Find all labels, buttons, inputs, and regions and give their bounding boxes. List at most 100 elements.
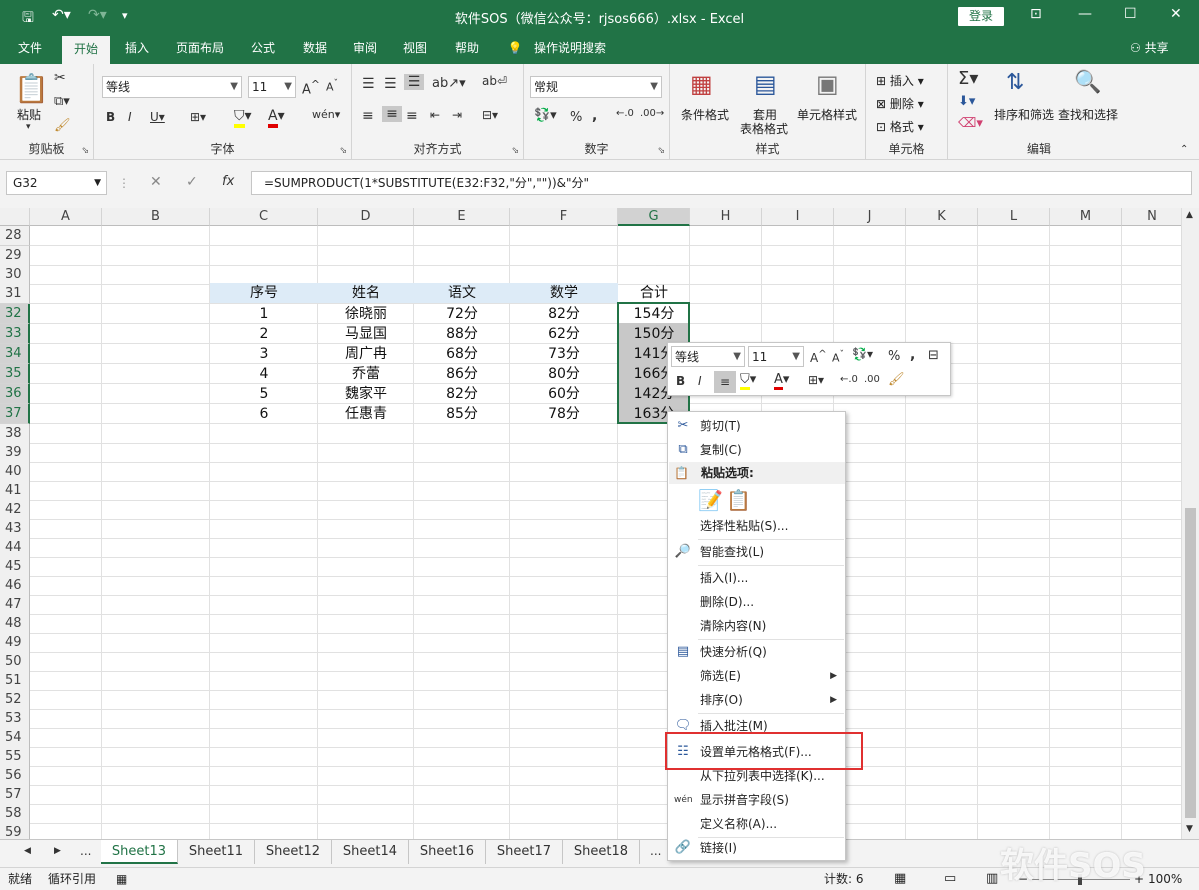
select-all-corner[interactable] xyxy=(0,208,30,226)
table-cell[interactable]: 85分 xyxy=(414,404,510,424)
page-break-view-icon[interactable]: ▥ xyxy=(986,868,998,890)
increase-decimal-icon[interactable]: ←.0 xyxy=(616,108,634,119)
paste-button[interactable]: 粘贴 xyxy=(12,106,46,123)
row-header[interactable]: 59 xyxy=(0,823,30,839)
sheet-tab[interactable]: Sheet12 xyxy=(255,840,332,864)
menu-item-sort[interactable]: 排序(O) ▶ xyxy=(668,688,845,712)
phonetic-icon[interactable]: wén▾ xyxy=(312,108,340,121)
wrap-text-icon[interactable]: ab⏎ xyxy=(482,74,507,88)
row-header[interactable]: 30 xyxy=(0,265,30,285)
menu-item-smart-lookup[interactable]: 🔎 智能查找(L) xyxy=(668,540,845,564)
fill-color-icon[interactable]: ⛉▾ xyxy=(740,372,756,390)
tab-review[interactable]: 审阅 xyxy=(344,32,386,64)
paste-icon[interactable]: 📋 xyxy=(726,488,751,512)
row-header[interactable]: 42 xyxy=(0,500,30,520)
cell-styles-icon[interactable]: ▣ xyxy=(816,70,839,98)
table-cell[interactable]: 82分 xyxy=(510,304,618,324)
menu-item-paste-special[interactable]: 选择性粘贴(S)... xyxy=(668,514,845,538)
maximize-icon[interactable]: ☐ xyxy=(1124,6,1137,22)
row-header[interactable]: 40 xyxy=(0,462,30,482)
row-header[interactable]: 38 xyxy=(0,424,30,444)
font-name-dropdown[interactable]: 等线 ▼ xyxy=(102,76,242,98)
copy-icon[interactable]: ⧉▾ xyxy=(54,94,70,109)
confirm-entry-icon[interactable]: ✓ xyxy=(186,174,198,190)
spreadsheet-grid[interactable]: A B C D E F G H I J K L M N 28 29 30 31 … xyxy=(0,208,1199,839)
row-header[interactable]: 45 xyxy=(0,557,30,577)
tell-me-search[interactable]: 操作说明搜索 xyxy=(530,32,610,64)
row-header[interactable]: 34 xyxy=(0,344,30,364)
row-header[interactable]: 41 xyxy=(0,481,30,501)
format-painter-icon[interactable]: 🖌 xyxy=(888,372,905,387)
font-color-icon[interactable]: A▾ xyxy=(774,372,789,390)
border-icon[interactable]: ⊞▾ xyxy=(808,373,824,387)
decrease-decimal-icon[interactable]: .00 xyxy=(864,374,880,385)
fill-icon[interactable]: ⬇▾ xyxy=(958,94,975,109)
paste-icon[interactable]: 📋 xyxy=(14,72,49,105)
status-circular-reference[interactable]: 循环引用 xyxy=(48,868,96,890)
col-header-h[interactable]: H xyxy=(690,208,762,226)
top-align-icon[interactable]: ☰ xyxy=(362,76,375,92)
tab-home[interactable]: 开始 xyxy=(62,36,110,64)
close-icon[interactable]: ✕ xyxy=(1170,6,1182,22)
find-select-icon[interactable]: 🔍 xyxy=(1074,70,1101,95)
sheets-more-left[interactable]: ... xyxy=(80,844,91,858)
sheet-tab[interactable]: Sheet18 xyxy=(563,840,640,864)
mini-font-size[interactable]: 11 ▼ xyxy=(748,346,804,367)
paste-dropdown-icon[interactable]: ▾ xyxy=(26,122,31,132)
table-cell[interactable]: 78分 xyxy=(510,404,618,424)
row-header[interactable]: 28 xyxy=(0,226,30,246)
col-header-j[interactable]: J xyxy=(834,208,906,226)
table-header-cell[interactable]: 数学 xyxy=(510,283,618,303)
table-cell[interactable]: 73分 xyxy=(510,344,618,364)
number-format-dropdown[interactable]: 常规 ▼ xyxy=(530,76,662,98)
row-header[interactable]: 35 xyxy=(0,364,30,384)
share-button[interactable]: ⚇ 共享 xyxy=(1130,32,1169,64)
menu-item-copy[interactable]: ⧉ 复制(C) xyxy=(668,438,845,462)
tab-file[interactable]: 文件 xyxy=(8,32,52,64)
scroll-sheets-right-icon[interactable]: ▶ xyxy=(54,846,61,856)
col-header-k[interactable]: K xyxy=(906,208,978,226)
decrease-decimal-icon[interactable]: .00→ xyxy=(640,108,664,119)
tab-formulas[interactable]: 公式 xyxy=(242,32,284,64)
increase-decimal-icon[interactable]: ←.0 xyxy=(840,374,858,385)
insert-cells-button[interactable]: ⊞ 插入 ▾ xyxy=(876,72,924,89)
italic-icon[interactable]: I xyxy=(128,110,132,124)
row-header[interactable]: 46 xyxy=(0,576,30,596)
table-format-icon[interactable]: ▤ xyxy=(754,70,777,98)
clear-icon[interactable]: ⌫▾ xyxy=(958,116,983,131)
table-cell[interactable]: 80分 xyxy=(510,364,618,384)
table-cell[interactable]: 马显国 xyxy=(318,324,414,344)
sheet-tab[interactable]: Sheet16 xyxy=(409,840,486,864)
row-header[interactable]: 37 xyxy=(0,404,30,424)
align-left-icon[interactable]: ≡ xyxy=(362,108,374,124)
row-header[interactable]: 50 xyxy=(0,652,30,672)
col-header-e[interactable]: E xyxy=(414,208,510,226)
align-right-icon[interactable]: ≡ xyxy=(406,108,418,124)
col-header-f[interactable]: F xyxy=(510,208,618,226)
table-cell[interactable]: 周广冉 xyxy=(318,344,414,364)
table-cell[interactable]: 88分 xyxy=(414,324,510,344)
table-header-cell[interactable]: 合计 xyxy=(618,283,690,303)
table-cell[interactable]: 徐晓丽 xyxy=(318,304,414,324)
align-center-icon[interactable]: ≡ xyxy=(714,371,736,393)
menu-item-delete[interactable]: 删除(D)... xyxy=(668,590,845,614)
table-header-cell[interactable]: 序号 xyxy=(210,283,318,303)
row-header[interactable]: 58 xyxy=(0,804,30,824)
bold-icon[interactable]: B xyxy=(676,374,685,388)
minimize-icon[interactable]: — xyxy=(1078,6,1092,22)
col-header-b[interactable]: B xyxy=(102,208,210,226)
cancel-entry-icon[interactable]: ✕ xyxy=(150,174,162,190)
table-cell[interactable]: 4 xyxy=(210,364,318,384)
sheet-tab[interactable]: Sheet14 xyxy=(332,840,409,864)
insert-function-icon[interactable]: fx xyxy=(222,174,234,189)
table-header-cell[interactable]: 语文 xyxy=(414,283,510,303)
menu-item-quick-analysis[interactable]: ▤ 快速分析(Q) xyxy=(668,640,845,664)
italic-icon[interactable]: I xyxy=(698,374,702,388)
merge-center-icon[interactable]: ⊟ xyxy=(928,348,939,363)
login-button[interactable]: 登录 xyxy=(958,7,1004,26)
col-header-m[interactable]: M xyxy=(1050,208,1122,226)
menu-item-insert[interactable]: 插入(I)... xyxy=(668,566,845,590)
col-header-c[interactable]: C xyxy=(210,208,318,226)
menu-item-phonetic[interactable]: wén 显示拼音字段(S) xyxy=(668,788,845,812)
col-header-n[interactable]: N xyxy=(1122,208,1183,226)
